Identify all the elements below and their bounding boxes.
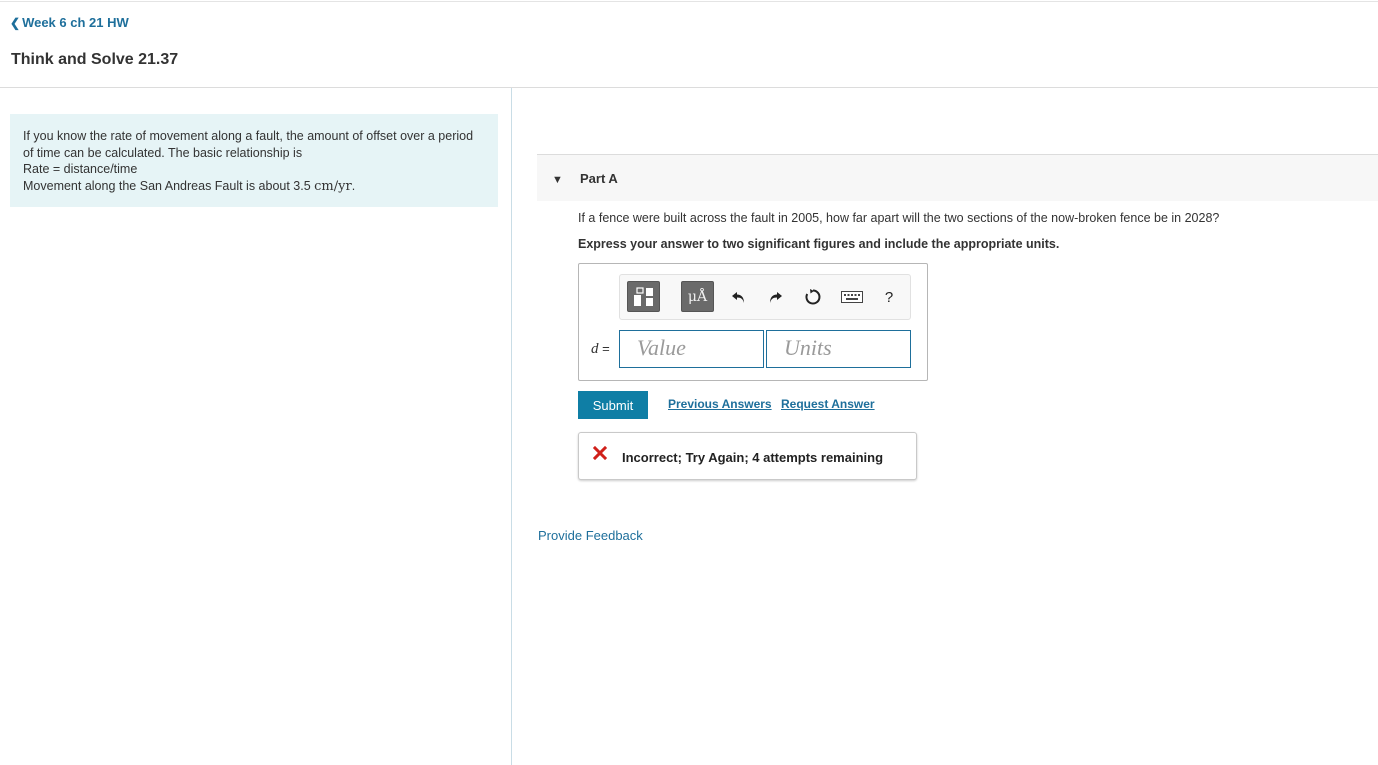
page-title: Think and Solve 21.37 (11, 51, 179, 68)
question-text: If a fence were built across the fault i… (578, 211, 1220, 225)
back-to-assignment-link[interactable]: ❮ Week 6 ch 21 HW (10, 15, 129, 30)
intro-rate-unit: cm/yr (314, 178, 352, 194)
units-symbol: μÅ (687, 288, 708, 305)
pane-divider (511, 88, 512, 765)
intro-panel: If you know the rate of movement along a… (10, 114, 498, 207)
intro-rate-suffix: . (351, 178, 356, 193)
intro-rate-prefix: Movement along the San Andreas Fault is … (23, 178, 315, 193)
feedback-message: Incorrect; Try Again; 4 attempts remaini… (622, 450, 884, 465)
answer-box: μÅ ? d = Value Units (578, 263, 928, 381)
help-icon[interactable]: ? (877, 285, 901, 309)
help-label: ? (884, 288, 894, 306)
request-answer-link[interactable]: Request Answer (781, 397, 875, 411)
intro-rate: Movement along the San Andreas Fault is … (23, 178, 485, 196)
math-toolbar: μÅ ? (619, 274, 911, 320)
feedback-box: Incorrect; Try Again; 4 attempts remaini… (578, 432, 917, 480)
equals-sign: = (598, 341, 610, 356)
part-a-label: Part A (580, 171, 618, 186)
templates-icon[interactable] (627, 281, 660, 312)
back-link-label: Week 6 ch 21 HW (22, 15, 129, 30)
previous-answers-link[interactable]: Previous Answers (668, 397, 772, 411)
provide-feedback-link[interactable]: Provide Feedback (538, 528, 643, 543)
variable-label: d = (591, 341, 610, 358)
top-divider (0, 1, 1378, 2)
submit-button[interactable]: Submit (578, 391, 648, 419)
redo-icon[interactable] (763, 285, 787, 309)
variable-symbol: d (591, 341, 599, 357)
header-divider (0, 87, 1378, 88)
part-a-header[interactable] (537, 155, 1378, 201)
close-x-icon (592, 445, 608, 465)
units-icon[interactable]: μÅ (681, 281, 714, 312)
keyboard-icon[interactable] (840, 285, 864, 309)
intro-formula: Rate = distance/time (23, 162, 138, 176)
units-input[interactable]: Units (766, 330, 911, 368)
collapse-triangle-icon[interactable]: ▼ (552, 174, 563, 186)
intro-text: If you know the rate of movement along a… (23, 129, 474, 160)
reset-icon[interactable] (801, 285, 825, 309)
undo-icon[interactable] (727, 285, 751, 309)
instruction-text: Express your answer to two significant f… (578, 237, 1060, 251)
value-input[interactable]: Value (619, 330, 764, 368)
chevron-left-icon: ❮ (10, 15, 21, 30)
